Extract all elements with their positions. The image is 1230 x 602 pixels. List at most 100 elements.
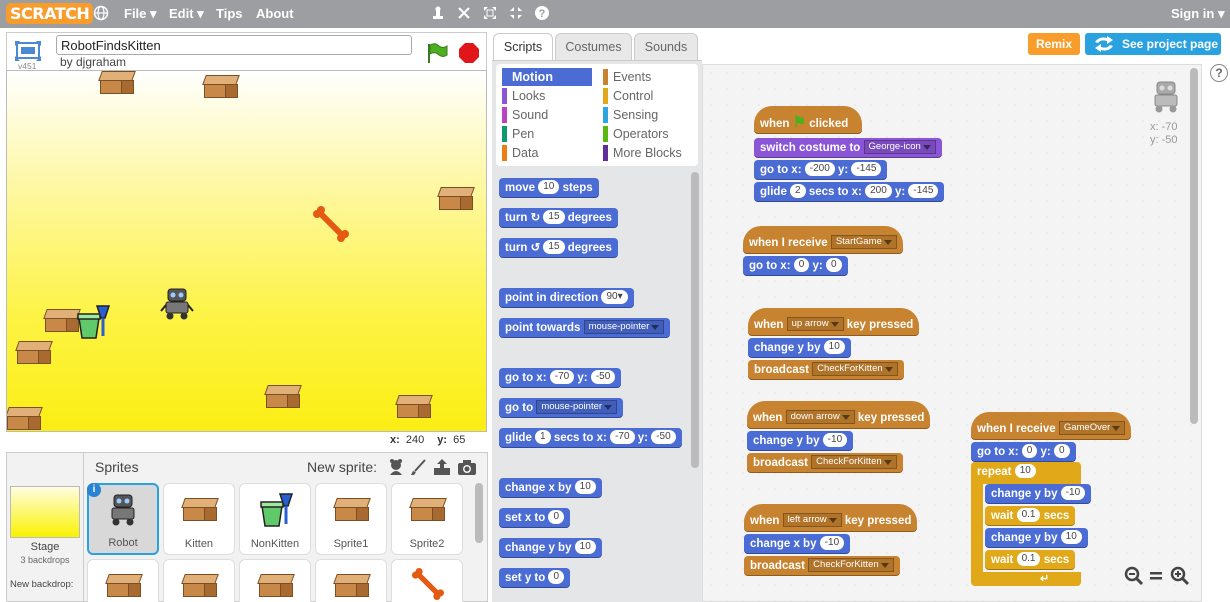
block-turn-right[interactable]: turn ↻ 15 degrees xyxy=(499,208,618,228)
block-broadcast[interactable]: broadcast CheckForKitten xyxy=(744,556,900,576)
category-sensing[interactable]: Sensing xyxy=(603,106,693,124)
category-pen[interactable]: Pen xyxy=(502,125,592,143)
block-change-y[interactable]: change y by 10 xyxy=(985,528,1088,548)
green-flag-button[interactable] xyxy=(426,42,448,67)
shrink-icon[interactable] xyxy=(507,5,525,23)
tips-menu[interactable]: Tips xyxy=(216,0,243,28)
block-change-x[interactable]: change x by -10 xyxy=(744,534,851,554)
zoom-reset-icon[interactable] xyxy=(1148,566,1164,586)
block-when-key-pressed[interactable]: when down arrow key pressed xyxy=(747,401,931,429)
block-repeat[interactable]: repeat 10 xyxy=(971,462,1042,482)
block-when-key-pressed[interactable]: when left arrow key pressed xyxy=(744,504,918,532)
category-motion[interactable]: Motion xyxy=(502,68,592,86)
bone-sprite[interactable] xyxy=(313,206,349,242)
block-go-to[interactable]: go to mouse-pointer xyxy=(499,398,624,418)
block-point-towards[interactable]: point towards mouse-pointer xyxy=(499,318,671,338)
box-sprite[interactable] xyxy=(15,341,53,365)
block-move-steps[interactable]: move 10 steps xyxy=(499,178,599,198)
block-when-i-receive[interactable]: when I receive GameOver xyxy=(971,412,1132,440)
category-data[interactable]: Data xyxy=(502,144,592,162)
box-sprite[interactable] xyxy=(202,75,240,99)
sprites-scrollbar[interactable] xyxy=(475,483,483,543)
upload-sprite-icon[interactable] xyxy=(433,458,451,479)
block-broadcast[interactable]: broadcast CheckForKitten xyxy=(747,453,903,473)
choose-sprite-library-icon[interactable] xyxy=(387,458,405,479)
camera-icon[interactable] xyxy=(457,458,477,479)
zoom-in-icon[interactable] xyxy=(1170,566,1190,586)
box-sprite[interactable] xyxy=(264,385,302,409)
block-point-in-direction[interactable]: point in direction 90▾ xyxy=(499,288,634,308)
block-broadcast[interactable]: broadcast CheckForKitten xyxy=(748,360,904,380)
sprite-tile-sprite2[interactable]: Sprite2 xyxy=(391,483,463,555)
block-set-y[interactable]: set y to 0 xyxy=(499,568,571,588)
block-wait[interactable]: wait 0.1 secs xyxy=(985,506,1076,526)
stage-canvas[interactable] xyxy=(6,70,487,432)
sprite-tile-robot[interactable]: i Robot xyxy=(87,483,159,555)
block-wait[interactable]: wait 0.1 secs xyxy=(985,550,1076,570)
block-when-i-receive[interactable]: when I receive StartGame xyxy=(743,226,903,254)
sprite-tile-sprite1[interactable]: Sprite1 xyxy=(315,483,387,555)
stage-thumbnail[interactable] xyxy=(10,486,80,538)
sprite-tile-nonkitten[interactable]: NonKitten xyxy=(239,483,311,555)
globe-icon[interactable] xyxy=(92,5,110,23)
scripts-scrollbar[interactable] xyxy=(1190,68,1198,424)
category-operators[interactable]: Operators xyxy=(603,125,693,143)
tab-scripts[interactable]: Scripts xyxy=(493,33,553,62)
category-sound[interactable]: Sound xyxy=(502,106,592,124)
category-control[interactable]: Control xyxy=(603,87,693,105)
box-sprite[interactable] xyxy=(437,187,475,211)
file-menu[interactable]: File ▾ xyxy=(124,0,157,28)
sprite-tile-kitten[interactable]: Kitten xyxy=(163,483,235,555)
block-go-to-xy[interactable]: go to x: -70 y: -50 xyxy=(499,368,622,388)
about-menu[interactable]: About xyxy=(256,0,294,28)
sign-in-menu[interactable]: Sign in ▾ xyxy=(1171,0,1224,28)
box-sprite[interactable] xyxy=(7,407,43,431)
info-icon[interactable]: i xyxy=(87,483,101,497)
stop-button[interactable] xyxy=(458,42,480,67)
block-when-key-pressed[interactable]: when up arrow key pressed xyxy=(748,308,920,336)
see-project-page-button[interactable]: See project page xyxy=(1085,33,1221,55)
block-set-x[interactable]: set x to 0 xyxy=(499,508,571,528)
paint-brush-icon[interactable] xyxy=(410,458,428,479)
tab-costumes[interactable]: Costumes xyxy=(555,33,632,61)
nonkitten-bucket-sprite[interactable] xyxy=(75,304,111,340)
block-change-y[interactable]: change y by 10 xyxy=(748,338,851,358)
block-go-to-xy[interactable]: go to x: 0 y: 0 xyxy=(743,256,848,276)
remix-button[interactable]: Remix xyxy=(1028,33,1080,55)
duplicate-stamp-icon[interactable] xyxy=(429,5,447,23)
edit-menu[interactable]: Edit ▾ xyxy=(169,0,204,28)
box-sprite[interactable] xyxy=(43,309,81,333)
sprite-tile[interactable] xyxy=(163,559,235,602)
sprite-tile[interactable] xyxy=(315,559,387,602)
block-change-x[interactable]: change x by 10 xyxy=(499,478,602,498)
block-when-flag-clicked[interactable]: when ⚑ clicked xyxy=(754,106,862,134)
grow-icon[interactable] xyxy=(481,5,499,23)
category-looks[interactable]: Looks xyxy=(502,87,592,105)
zoom-out-icon[interactable] xyxy=(1124,566,1144,586)
block-change-y[interactable]: change y by -10 xyxy=(985,484,1092,504)
block-glide[interactable]: glide 2 secs to x: 200 y: -145 xyxy=(754,182,945,202)
sprite-tile[interactable] xyxy=(391,559,463,602)
block-switch-costume[interactable]: switch costume to George-icon xyxy=(754,138,942,158)
block-turn-left[interactable]: turn ↺ 15 degrees xyxy=(499,238,618,258)
tab-sounds[interactable]: Sounds xyxy=(634,33,698,61)
sprite-tile[interactable] xyxy=(239,559,311,602)
block-change-y[interactable]: change y by 10 xyxy=(499,538,602,558)
project-title-input[interactable] xyxy=(56,35,412,55)
palette-scrollbar[interactable] xyxy=(691,172,699,468)
block-go-to-xy[interactable]: go to x: -200 y: -145 xyxy=(754,160,888,180)
box-sprite[interactable] xyxy=(98,71,136,95)
block-glide[interactable]: glide 1 secs to x: -70 y: -50 xyxy=(499,428,682,448)
block-change-y[interactable]: change y by -10 xyxy=(747,431,854,451)
robot-sprite[interactable] xyxy=(160,285,194,321)
help-icon[interactable]: ? xyxy=(533,5,551,23)
sprite-tile[interactable] xyxy=(87,559,159,602)
block-go-to-xy[interactable]: go to x: 0 y: 0 xyxy=(971,442,1076,462)
scratch-logo[interactable]: SCRATCH xyxy=(6,3,94,24)
category-events[interactable]: Events xyxy=(603,68,693,86)
cut-scissors-icon[interactable] xyxy=(455,5,473,23)
category-more-blocks[interactable]: More Blocks xyxy=(603,144,693,162)
box-sprite[interactable] xyxy=(395,395,433,419)
help-panel-icon[interactable]: ? xyxy=(1210,64,1228,82)
fullscreen-icon[interactable] xyxy=(14,40,42,62)
